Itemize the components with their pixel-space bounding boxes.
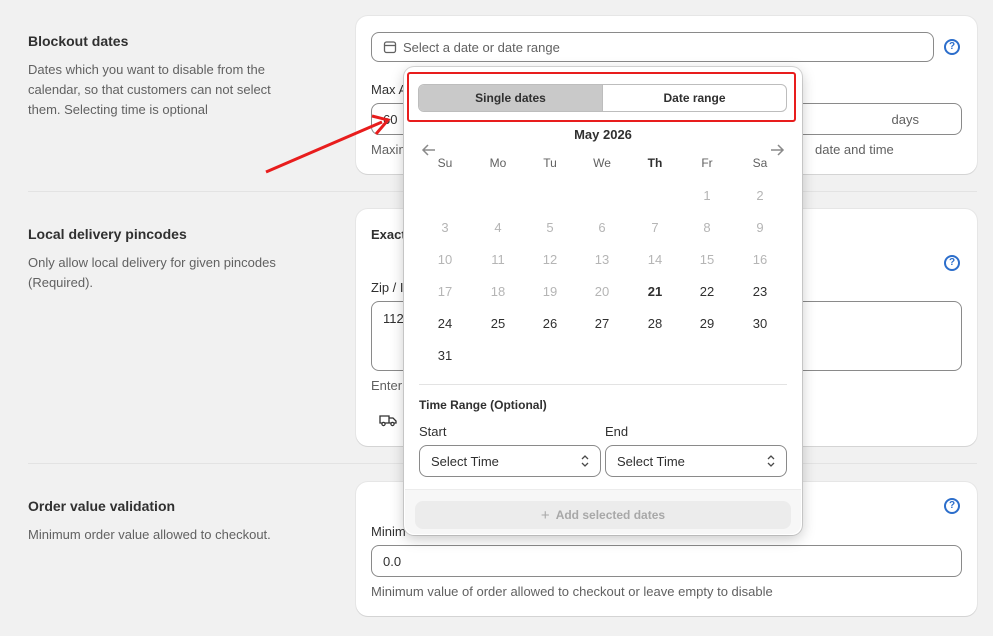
- max-days-help-tail: date and time: [815, 142, 894, 157]
- pincodes-desc-line: Only allow local delivery for given pinc…: [28, 255, 276, 270]
- max-days-suffix: days: [891, 112, 919, 127]
- date-select-placeholder: Select a date or date range: [403, 40, 560, 55]
- zip-label: Zip / I: [371, 280, 404, 295]
- calendar-day: 20: [594, 284, 610, 299]
- calendar-day[interactable]: 23: [734, 284, 786, 299]
- calendar-day: 4: [494, 220, 502, 235]
- weekday-label: Fr: [701, 156, 713, 170]
- pincodes-title: Local delivery pincodes: [28, 226, 187, 242]
- blockout-title: Blockout dates: [28, 33, 129, 49]
- picker-divider: [419, 384, 787, 385]
- calendar-day: 8: [703, 220, 711, 235]
- calendar-day: 14: [647, 252, 663, 267]
- time-range-label: Time Range (Optional): [419, 398, 547, 412]
- weekday-label: Su: [437, 156, 453, 170]
- calendar-day: 2: [756, 188, 764, 203]
- pincodes-description: Only allow local delivery for given pinc…: [28, 253, 328, 293]
- help-icon[interactable]: ?: [944, 255, 960, 271]
- calendar-day: 12: [542, 252, 558, 267]
- annotation-highlight-box: [407, 72, 796, 122]
- month-title: May 2026: [574, 127, 632, 142]
- calendar-day: 16: [752, 252, 768, 267]
- end-time-value: Select Time: [617, 453, 685, 469]
- add-selected-dates-label: Add selected dates: [555, 508, 666, 522]
- calendar-day: 5: [546, 220, 554, 235]
- zip-value: 112: [383, 311, 404, 326]
- select-chevron-icon: [580, 454, 590, 471]
- calendar-day[interactable]: 26: [524, 316, 576, 331]
- calendar-day[interactable]: 31: [419, 348, 471, 363]
- weekday-label: Sa: [752, 156, 768, 170]
- calendar-day[interactable]: 21: [629, 284, 681, 299]
- end-time-label: End: [605, 424, 629, 439]
- zip-help: Enter: [371, 378, 403, 393]
- calendar-day: 17: [437, 284, 453, 299]
- help-icon[interactable]: ?: [944, 498, 960, 514]
- annotation-arrow-icon: [265, 114, 391, 174]
- calendar-day: 6: [598, 220, 606, 235]
- start-time-label: Start: [419, 424, 447, 439]
- date-select-input[interactable]: Select a date or date range: [371, 32, 934, 62]
- blockout-desc-line: Dates which you want to disable from the: [28, 62, 266, 77]
- add-selected-dates-button[interactable]: + Add selected dates: [415, 501, 791, 529]
- calendar-day: 1: [703, 188, 711, 203]
- order-value-description: Minimum order value allowed to checkout.: [28, 527, 271, 542]
- calendar-day[interactable]: 24: [419, 316, 471, 331]
- calendar-day: 11: [491, 252, 505, 267]
- start-time-select[interactable]: Select Time: [419, 445, 601, 477]
- calendar-day: 19: [542, 284, 558, 299]
- arrow-left-icon: [421, 144, 435, 156]
- min-order-value: 0.0: [383, 554, 402, 569]
- blockout-desc-line: calendar, so that customers can not sele…: [28, 82, 271, 97]
- min-order-help: Minimum value of order allowed to checko…: [371, 584, 773, 599]
- calendar-day: 3: [441, 220, 449, 235]
- calendar-day[interactable]: 27: [576, 316, 628, 331]
- order-value-title: Order value validation: [28, 498, 176, 514]
- calendar-day[interactable]: 28: [629, 316, 681, 331]
- weekday-label: We: [593, 156, 611, 170]
- weekday-label: Mo: [489, 156, 507, 170]
- exact-match-label: Exact: [371, 227, 406, 242]
- max-days-label: Max A: [371, 82, 408, 97]
- help-icon[interactable]: ?: [944, 39, 960, 55]
- calendar-day: 7: [651, 220, 659, 235]
- plus-icon: +: [540, 506, 550, 524]
- arrow-right-icon: [771, 144, 785, 156]
- calendar-day: 15: [699, 252, 715, 267]
- start-time-value: Select Time: [431, 453, 499, 469]
- weekday-label: Tu: [543, 156, 557, 170]
- calendar-day: 18: [490, 284, 506, 299]
- pincodes-desc-line: (Required).: [28, 275, 94, 290]
- calendar-day: 13: [594, 252, 610, 267]
- calendar-day[interactable]: 25: [472, 316, 524, 331]
- calendar-day: 9: [756, 220, 764, 235]
- weekday-label: Th: [647, 156, 663, 170]
- calendar-day: 10: [437, 252, 453, 267]
- calendar-icon: [383, 40, 397, 57]
- delivery-truck-icon: [379, 413, 397, 430]
- min-order-input[interactable]: 0.0: [371, 545, 962, 577]
- calendar-day[interactable]: 30: [734, 316, 786, 331]
- end-time-select[interactable]: Select Time: [605, 445, 787, 477]
- select-chevron-icon: [766, 454, 776, 471]
- calendar-day[interactable]: 29: [681, 316, 733, 331]
- min-order-label: Minim: [371, 524, 406, 539]
- calendar-day[interactable]: 22: [681, 284, 733, 299]
